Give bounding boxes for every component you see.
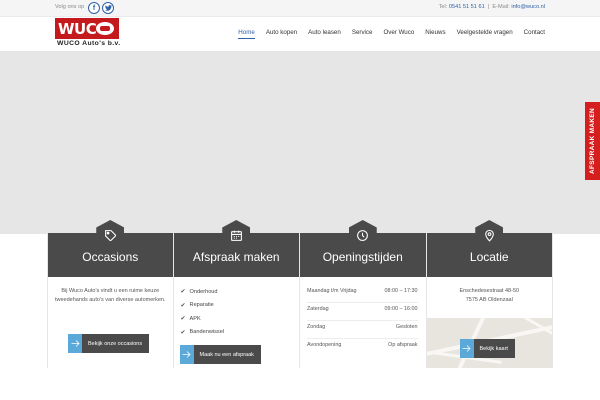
nav-item-contact[interactable]: Contact: [524, 29, 545, 39]
nav-item-service[interactable]: Service: [352, 29, 373, 39]
time-value: 09:00 – 16:00: [384, 306, 418, 312]
list-item-label: Onderhoud: [189, 288, 218, 295]
button-label: Bekijk onze occasions: [88, 340, 143, 347]
panel-locatie: Locatie Enschedesestraat 48-50 7575 AB O…: [426, 220, 553, 368]
logo-subtitle: WUCO Auto's b.v.: [57, 40, 121, 47]
panel-occasions: Occasions Bij Wuco Auto's vindt u een ru…: [47, 220, 174, 368]
separator: |: [487, 4, 490, 10]
email-label: E-Mail:: [492, 4, 510, 10]
nav-item-veelgestelde-vragen[interactable]: Veelgestelde vragen: [457, 29, 513, 39]
address-line-2: 7575 AB Oldenzaal: [465, 296, 513, 303]
panel-title: Occasions: [82, 250, 139, 264]
logo-mark: WUC: [55, 18, 119, 39]
day-label: Zaterdag: [307, 306, 329, 312]
phone-label: Tel:: [438, 4, 448, 10]
email-link[interactable]: info@wuco.nl: [511, 4, 545, 10]
hero-banner: [0, 52, 600, 234]
check-icon: ✔: [180, 329, 186, 336]
list-item: ✔ APK: [181, 312, 225, 326]
view-occasions-button[interactable]: Bekijk onze occasions: [68, 334, 150, 353]
nav-item-home[interactable]: Home: [238, 29, 255, 39]
arrow-right-icon: [179, 345, 194, 364]
contact-info: Tel: 0541 51 51 61 | E-Mail: info@wuco.n…: [439, 4, 545, 10]
day-label: Zondag: [307, 324, 326, 330]
panel-title: Afspraak maken: [192, 250, 280, 264]
address-line-1: Enschedesestraat 48-50: [459, 288, 520, 294]
arrow-right-icon: [68, 334, 82, 353]
occasions-description: Bij Wuco Auto's vindt u een ruime keuze …: [54, 288, 166, 303]
table-row: Maandag t/m Vrijdag 08:00 – 17:30: [307, 285, 418, 303]
opening-hours-table: Maandag t/m Vrijdag 08:00 – 17:30 Zaterda…: [307, 285, 418, 357]
list-item: ✔ Reparatie: [181, 299, 225, 313]
main-nav: Home Auto kopen Auto leasen Service Over…: [227, 29, 545, 39]
nav-item-over-wuco[interactable]: Over Wuco: [383, 29, 414, 39]
arrow-right-icon: [459, 339, 474, 358]
logo-text: WUC: [58, 20, 97, 38]
list-item-label: Reparatie: [189, 302, 214, 309]
day-label: Maandag t/m Vrijdag: [307, 288, 357, 294]
panel-openingstijden: Openingstijden Maandag t/m Vrijdag 08:00 …: [300, 220, 427, 368]
nav-item-nieuws[interactable]: Nieuws: [425, 29, 445, 39]
twitter-icon[interactable]: [102, 2, 114, 14]
car-icon: [96, 22, 114, 35]
logo[interactable]: WUC WUCO Auto's b.v.: [55, 18, 134, 50]
phone-number-link[interactable]: 0541 51 51 61: [449, 4, 485, 10]
time-value: Gesloten: [395, 324, 418, 330]
service-panels: Occasions Bij Wuco Auto's vindt u een ru…: [47, 220, 553, 368]
side-tab-label: AFSPRAAK MAKEN: [589, 108, 596, 174]
nav-item-auto-kopen[interactable]: Auto kopen: [266, 29, 297, 39]
table-row: Zaterdag 09:00 – 16:00: [307, 303, 418, 321]
check-icon: ✔: [180, 316, 186, 323]
list-item: ✔ Onderhoud: [181, 285, 225, 299]
afspraak-maken-side-tab[interactable]: AFSPRAAK MAKEN: [585, 102, 600, 180]
facebook-icon[interactable]: f: [88, 2, 100, 14]
make-appointment-button[interactable]: Maak nu een afspraak: [179, 345, 261, 364]
time-value: Op afspraak: [388, 342, 418, 348]
follow-us-label: Volg ons op: [55, 4, 85, 10]
header: WUC WUCO Auto's b.v. Home Auto kopen Aut…: [0, 17, 600, 52]
day-label: Avondopening: [307, 342, 342, 348]
button-label: Bekijk kaart: [479, 345, 508, 352]
table-row: Avondopening Op afspraak: [307, 339, 418, 357]
nav-item-auto-leasen[interactable]: Auto leasen: [308, 29, 341, 39]
panel-title: Locatie: [469, 250, 509, 264]
list-item-label: APK: [189, 315, 201, 322]
view-map-button[interactable]: Bekijk kaart: [459, 339, 515, 358]
top-bar: Volg ons op f Tel: 0541 51 51 61 | E-Mai…: [0, 0, 600, 17]
list-item-label: Bandenwissel: [189, 329, 225, 336]
button-label: Maak nu een afspraak: [199, 351, 254, 358]
time-value: 08:00 – 17:30: [384, 288, 418, 294]
check-icon: ✔: [180, 289, 186, 296]
list-item: ✔ Bandenwissel: [181, 326, 225, 340]
address: Enschedesestraat 48-50 7575 AB Oldenzaal: [433, 287, 547, 304]
service-checklist: ✔ Onderhoud ✔ Reparatie ✔ APK ✔ Bandenwissel: [181, 285, 225, 339]
panel-afspraak-maken: Afspraak maken ✔ Onderhoud ✔ Reparatie ✔ AP…: [173, 220, 300, 368]
table-row: Zondag Gesloten: [307, 321, 418, 339]
check-icon: ✔: [180, 302, 186, 309]
panel-title: Openingstijden: [322, 250, 403, 264]
